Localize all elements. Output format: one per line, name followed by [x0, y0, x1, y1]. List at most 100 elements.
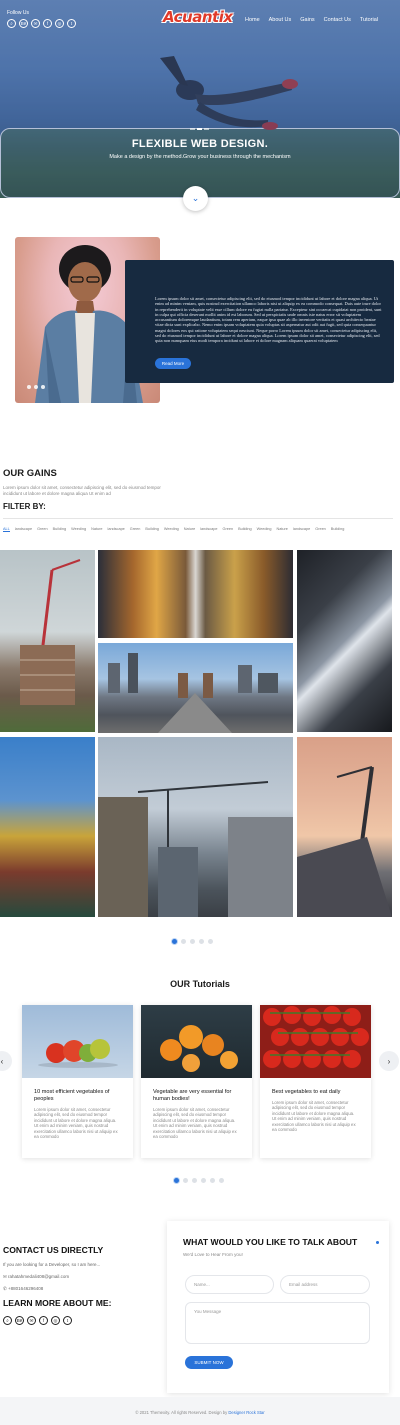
filter-tab[interactable]: landscape — [15, 527, 32, 532]
tutorial-card-title[interactable]: 10 most efficient vegetables of peoples — [22, 1078, 133, 1103]
site-logo[interactable]: Acuantix — [163, 8, 233, 26]
tutorial-page-dot-active[interactable] — [174, 1178, 179, 1183]
tutorials-prev-button[interactable]: ‹ — [0, 1051, 12, 1071]
slider-dot[interactable] — [27, 385, 31, 389]
apples-illustration — [38, 1039, 118, 1068]
contact-intro: If you are looking for a Developer, so I… — [3, 1262, 101, 1267]
tutorial-card-title[interactable]: Best vegetables to eat daily — [260, 1078, 371, 1096]
contact-email-text: rahatahmedali408@gmail.com — [8, 1274, 70, 1279]
oranges-illustration — [160, 1025, 238, 1072]
tutorial-card-body: Lorem ipsum dolor sit amet, consectetur … — [153, 1107, 237, 1140]
name-input[interactable]: Name... — [185, 1275, 274, 1294]
instagram-icon[interactable]: ◎ — [51, 1316, 60, 1325]
behance-icon[interactable]: Bē — [19, 19, 28, 28]
facebook-icon[interactable]: f — [43, 19, 52, 28]
tutorial-card[interactable]: Vegetable are very essential for human b… — [141, 1005, 252, 1158]
gallery-image-city-crane[interactable] — [98, 737, 293, 917]
filter-tab[interactable]: landscape — [293, 527, 310, 532]
filter-tab[interactable]: Building — [331, 527, 345, 532]
filter-tab-all[interactable]: ALL — [3, 527, 10, 532]
filter-tab[interactable]: Green — [130, 527, 141, 532]
contact-title: CONTACT US DIRECTLY — [3, 1245, 104, 1255]
tutorial-page-dot[interactable] — [210, 1178, 215, 1183]
gallery-page-dot[interactable] — [190, 939, 195, 944]
nav-contact-us[interactable]: Contact Us — [324, 17, 351, 23]
main-nav: Home About Us Gains Contact Us Tutorial — [245, 17, 378, 23]
gains-title: OUR GAINS — [3, 468, 57, 479]
hero-indicator[interactable] — [190, 128, 195, 130]
tutorial-page-dot[interactable] — [201, 1178, 206, 1183]
tutorial-page-dot[interactable] — [219, 1178, 224, 1183]
filter-tab[interactable]: Nature — [184, 527, 195, 532]
filter-tab[interactable]: Building — [145, 527, 159, 532]
filter-tab[interactable]: Weeding — [164, 527, 179, 532]
twitter-icon[interactable]: t — [63, 1316, 72, 1325]
hero-indicator-active[interactable] — [197, 128, 202, 130]
gallery-page-dot-active[interactable] — [172, 939, 177, 944]
slider-dot[interactable] — [41, 385, 45, 389]
tutorials-next-button[interactable]: › — [379, 1051, 399, 1071]
gallery-page-dot[interactable] — [181, 939, 186, 944]
twitter-icon[interactable]: t — [67, 19, 76, 28]
gallery-image-city-bridge[interactable] — [98, 643, 293, 733]
tutorial-image-apples — [22, 1005, 133, 1078]
gallery-page-dot[interactable] — [199, 939, 204, 944]
gallery-image-crane-building[interactable] — [0, 550, 95, 732]
message-textarea[interactable]: You Message — [185, 1302, 370, 1344]
nav-tutorial[interactable]: Tutorial — [360, 17, 378, 23]
gallery-image-shipping-cranes[interactable] — [0, 737, 95, 917]
mail-icon[interactable]: ✉ — [31, 19, 40, 28]
tutorial-card-body: Lorem ipsum dolor sit amet, consectetur … — [272, 1100, 356, 1133]
facebook-icon[interactable]: f — [39, 1316, 48, 1325]
tutorial-image-oranges — [141, 1005, 252, 1078]
filter-tab[interactable]: Green — [223, 527, 234, 532]
nav-home[interactable]: Home — [245, 17, 260, 23]
city-crane-illustration — [98, 781, 293, 917]
site-footer: © 2021 Themexity. All rights Reserved. D… — [0, 1397, 400, 1425]
bridge-illustration — [108, 653, 278, 733]
instagram-icon[interactable]: ◎ — [55, 19, 64, 28]
tutorial-page-dot[interactable] — [192, 1178, 197, 1183]
read-more-button[interactable]: Read More — [155, 358, 191, 369]
gallery-image-skyscraper-perspective[interactable] — [297, 550, 392, 732]
contact-email[interactable]: ✉ rahatahmedali408@gmail.com — [3, 1274, 69, 1280]
crane-sunset-illustration — [297, 766, 392, 917]
footer-designer-link[interactable]: Designer Rock Star — [228, 1410, 264, 1415]
tutorial-card[interactable]: Best vegetables to eat daily Lorem ipsum… — [260, 1005, 371, 1158]
behance-icon[interactable]: Bē — [15, 1316, 24, 1325]
tutorial-page-dot[interactable] — [183, 1178, 188, 1183]
email-input[interactable]: Email address — [280, 1275, 370, 1294]
filter-tab[interactable]: Green — [315, 527, 326, 532]
filter-tab[interactable]: Weeding — [257, 527, 272, 532]
learn-more-title: LEARN MORE ABOUT ME: — [3, 1298, 112, 1308]
filter-tab[interactable]: Weeding — [71, 527, 86, 532]
scroll-down-button[interactable]: ⌄ — [183, 186, 208, 211]
filter-tab[interactable]: Nature — [91, 527, 102, 532]
filter-tab[interactable]: Nature — [277, 527, 288, 532]
hero-indicator[interactable] — [204, 128, 209, 130]
filter-tab[interactable]: Green — [37, 527, 48, 532]
tutorials-pagination — [174, 1178, 224, 1183]
contact-phone[interactable]: ✆ +8801646296408 — [3, 1286, 43, 1292]
gains-description: Lorem ipsum dolor sit amet, consectetur … — [3, 485, 161, 496]
gallery-image-glass-towers[interactable] — [98, 550, 293, 638]
footer-social-links: ⌕ Bē ✉ f ◎ t — [3, 1316, 72, 1325]
filter-tab[interactable]: Building — [238, 527, 252, 532]
tutorial-card-title[interactable]: Vegetable are very essential for human b… — [141, 1078, 252, 1103]
tutorial-card[interactable]: 10 most efficient vegetables of peoples … — [22, 1005, 133, 1158]
gallery-image-crane-sunset[interactable] — [297, 737, 392, 917]
filter-tab[interactable]: landscape — [200, 527, 217, 532]
filter-divider — [3, 518, 393, 519]
search-icon[interactable]: ⌕ — [7, 19, 16, 28]
hero-slider-indicators — [190, 128, 209, 130]
nav-about-us[interactable]: About Us — [269, 17, 292, 23]
contact-form-card: WHAT WOULD YOU LIKE TO TALK ABOUT We'd L… — [167, 1221, 389, 1393]
filter-tab[interactable]: Building — [53, 527, 67, 532]
slider-dot[interactable] — [34, 385, 38, 389]
search-icon[interactable]: ⌕ — [3, 1316, 12, 1325]
submit-button[interactable]: SUBMIT NOW — [185, 1356, 233, 1369]
mail-icon[interactable]: ✉ — [27, 1316, 36, 1325]
gallery-page-dot[interactable] — [208, 939, 213, 944]
nav-gains[interactable]: Gains — [300, 17, 314, 23]
filter-tab[interactable]: landscape — [107, 527, 124, 532]
